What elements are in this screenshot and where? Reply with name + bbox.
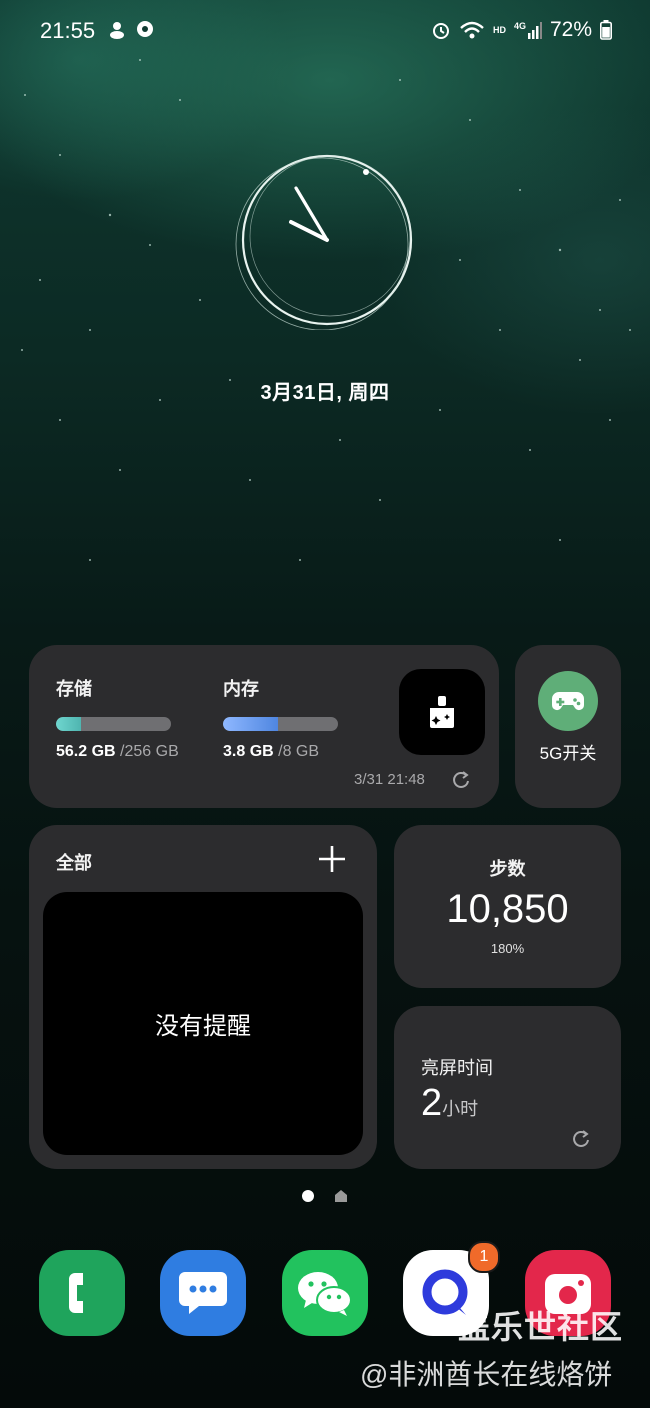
toggle-5g-label: 5G开关 bbox=[539, 744, 597, 763]
battery-icon bbox=[600, 20, 612, 40]
wechat-icon bbox=[298, 1272, 352, 1316]
hd-indicator: HD bbox=[492, 25, 506, 35]
screen-time-value: 2 bbox=[421, 1082, 443, 1124]
storage-usage: 56.2 GB /256 GB bbox=[56, 743, 179, 761]
dock-wechat-app[interactable] bbox=[282, 1250, 368, 1336]
lockscreen-date: 3月31日, 周四 bbox=[260, 382, 390, 404]
device-care-widget[interactable]: 存储 56.2 GB /256 GB 内存 3.8 GB /8 GB 3/31 … bbox=[29, 645, 499, 808]
mascot-icon bbox=[110, 22, 124, 39]
memory-bar bbox=[223, 717, 338, 731]
toggle-5g-widget[interactable]: 5G开关 bbox=[515, 645, 621, 808]
memory-label: 内存 bbox=[223, 679, 259, 699]
storage-bar bbox=[56, 717, 171, 731]
signal-group: 4G bbox=[514, 21, 542, 39]
memory-total: /8 GB bbox=[273, 743, 320, 760]
memory-usage: 3.8 GB /8 GB bbox=[223, 743, 319, 761]
screen-time-widget[interactable]: 亮屏时间 2 小时 bbox=[394, 1006, 621, 1169]
memory-bar-fill bbox=[223, 717, 278, 731]
page-indicator-current[interactable] bbox=[302, 1190, 314, 1202]
reminder-widget[interactable]: 全部 没有提醒 bbox=[29, 825, 377, 1169]
status-right-group: HD 4G 72% bbox=[431, 18, 612, 42]
memory-used: 3.8 GB bbox=[223, 743, 274, 760]
phone-icon bbox=[69, 1273, 83, 1313]
location-circle-icon bbox=[137, 21, 153, 37]
add-icon[interactable] bbox=[317, 844, 347, 874]
clean-button[interactable] bbox=[399, 669, 485, 755]
home-page-indicator-icon[interactable] bbox=[335, 1190, 347, 1202]
storage-label: 存储 bbox=[56, 679, 92, 699]
storage-bar-fill bbox=[56, 717, 82, 731]
dock-phone-app[interactable] bbox=[39, 1250, 125, 1336]
reminder-title: 全部 bbox=[56, 853, 92, 873]
network-type: 4G bbox=[513, 21, 526, 31]
steps-widget[interactable]: 步数 10,850 180% bbox=[394, 825, 621, 988]
dock-messages-app[interactable] bbox=[160, 1250, 246, 1336]
watermark-title: 盖乐世社区 bbox=[458, 1309, 624, 1345]
storage-used: 56.2 GB bbox=[56, 743, 116, 760]
battery-percent: 72% bbox=[549, 18, 592, 41]
chat-bubble-icon bbox=[179, 1272, 227, 1314]
steps-count: 10,850 bbox=[446, 887, 569, 931]
gamepad-icon-circle bbox=[538, 671, 598, 731]
steps-title: 步数 bbox=[489, 859, 526, 879]
last-cleaned-time: 3/31 21:48 bbox=[354, 771, 425, 788]
storage-total: /256 GB bbox=[115, 743, 179, 760]
status-time: 21:55 bbox=[40, 18, 96, 43]
wifi-icon bbox=[460, 21, 484, 39]
reminder-empty-text: 没有提醒 bbox=[155, 1013, 251, 1040]
analog-clock bbox=[235, 154, 413, 330]
screen-time-title: 亮屏时间 bbox=[421, 1058, 493, 1078]
alarm-icon bbox=[432, 23, 449, 39]
steps-percent: 180% bbox=[490, 941, 525, 956]
signal-icon bbox=[527, 22, 542, 39]
notification-badge-count: 1 bbox=[479, 1248, 489, 1265]
screen-time-unit: 小时 bbox=[442, 1099, 479, 1119]
screen-time-value-group: 2 小时 bbox=[421, 1082, 478, 1125]
notification-badge: 1 bbox=[468, 1241, 500, 1273]
broom-sparkle-icon bbox=[430, 696, 454, 728]
status-left-icons bbox=[108, 20, 154, 40]
watermark-handle: @非洲酋长在线烙饼 bbox=[360, 1359, 613, 1390]
refresh-icon[interactable] bbox=[571, 1129, 591, 1149]
gamepad-icon bbox=[552, 692, 584, 710]
refresh-icon[interactable] bbox=[451, 770, 471, 790]
reminder-empty-panel: 没有提醒 bbox=[43, 892, 363, 1155]
